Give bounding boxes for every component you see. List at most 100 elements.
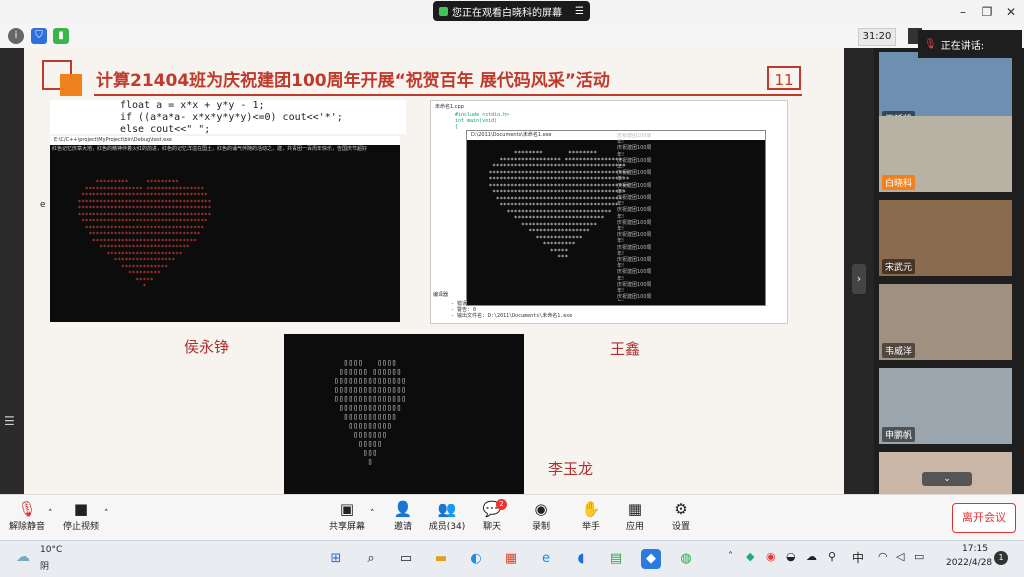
cloud-icon[interactable]: ☁ <box>16 549 30 565</box>
members-icon: 👥 <box>437 500 457 518</box>
repeat-text-line: 庆祝建团100周年! <box>617 294 652 301</box>
clock-time[interactable]: 17:15 <box>962 544 988 554</box>
share-screen-icon: ▣ <box>339 500 355 518</box>
invite-icon: 👤 <box>393 500 413 518</box>
slide-title: 计算21404班为庆祝建团100周年开展“祝贺百年 展代码风采”活动 <box>96 71 610 91</box>
hand-icon: ✋ <box>581 500 601 518</box>
list-icon[interactable]: ☰ <box>4 414 20 430</box>
video-options-chevron-icon[interactable]: ˄ <box>104 509 109 519</box>
slide-page-number: 11 <box>767 66 801 90</box>
invite-label: 邀请 <box>393 522 412 532</box>
participant-name: 白晓科 <box>882 175 916 190</box>
chat-button[interactable]: 💬 聊天 <box>467 499 517 532</box>
chat-badge: 2 <box>496 499 507 510</box>
repeat-text-line: 庆祝建团100周年! <box>617 269 652 282</box>
shield-icon[interactable]: ⛉ <box>31 28 47 44</box>
record-icon: ◉ <box>534 500 548 518</box>
share-banner[interactable]: 您正在观看白晓科的屏幕 ☰ <box>433 1 590 21</box>
red-heart-art: ********* ********* **************** ***… <box>77 179 212 290</box>
notification-badge[interactable]: 1 <box>994 551 1008 565</box>
gear-icon: ⚙ <box>674 500 688 518</box>
tray-cloud-icon[interactable]: ☁ <box>806 550 817 563</box>
mic-options-chevron-icon[interactable]: ˄ <box>48 509 53 519</box>
apps-label: 应用 <box>625 522 644 532</box>
store-icon[interactable]: ▦ <box>501 549 521 569</box>
left-edge: ☰ <box>0 48 24 494</box>
code-line: if ((a*a*a- x*x*y*y*y)<=0) cout<<'*'; <box>120 112 343 123</box>
shopping-icon[interactable]: ▤ <box>606 549 626 569</box>
record-label: 录制 <box>531 522 550 532</box>
invite-button[interactable]: 👤 邀请 <box>378 499 428 532</box>
task-view-icon[interactable]: ▭ <box>396 549 416 569</box>
menu-icon[interactable]: ☰ <box>575 6 584 17</box>
right-edge: › <box>844 48 874 494</box>
edge-icon[interactable]: ◐ <box>466 549 486 569</box>
repeat-text-line: 庆祝建团100周年! <box>617 157 652 171</box>
raise-hand-label: 举手 <box>581 522 600 532</box>
raise-hand-button[interactable]: ✋ 举手 <box>566 499 616 532</box>
tray-chevron-icon[interactable]: ˄ <box>728 551 733 562</box>
speaking-label: 正在讲话: <box>940 40 985 52</box>
repeat-text-line: 庆祝建团100周年! <box>617 257 652 270</box>
record-button[interactable]: ◉ 录制 <box>516 499 566 532</box>
minimize-button[interactable]: – <box>952 3 974 21</box>
scroll-down-icon[interactable]: ⌄ <box>922 472 972 486</box>
chat-icon: 💬 <box>482 500 502 518</box>
participant-tile[interactable]: 白晓科 <box>879 116 1012 192</box>
shared-slide: 计算21404班为庆祝建团100周年开展“祝贺百年 展代码风采”活动 11 fl… <box>24 48 844 494</box>
settings-button[interactable]: ⚙ 设置 <box>656 499 706 532</box>
stop-video-button[interactable]: ■ 停止视频 <box>56 499 106 532</box>
ime-indicator[interactable]: 中 <box>852 549 864 566</box>
tray-app-icon[interactable]: ◉ <box>766 550 776 563</box>
wifi-icon[interactable]: ◠ <box>878 550 888 563</box>
participant-name: 韦威洋 <box>882 343 916 358</box>
repeat-text-line: 庆祝建团100周年! <box>617 170 652 183</box>
repeat-text-line: 庆祝建团100周年! <box>617 182 652 195</box>
author-name-left: 侯永铮 <box>184 338 230 356</box>
file-explorer-icon[interactable]: ▬ <box>431 549 451 569</box>
participant-tile[interactable]: 宋武元 <box>879 200 1012 276</box>
close-button[interactable]: ✕ <box>1000 3 1022 21</box>
clock-date[interactable]: 2022/4/28 <box>946 558 992 568</box>
volume-icon[interactable]: ◁ <box>896 550 904 563</box>
ide-log-line: - 输出文件名: D:\2011\Documents\未命名1.exe <box>451 313 573 319</box>
share-options-chevron-icon[interactable]: ˄ <box>370 509 375 519</box>
app-icon[interactable]: ◖ <box>571 549 591 569</box>
meeting-toolbar: 🎙 解除静音 ˄ ■ 停止视频 ˄ ▣ 共享屏幕 ˄ 👤 邀请 👥 成员(34) 💬 聊天 … <box>0 494 1024 541</box>
wechat-icon[interactable]: ◍ <box>676 549 696 569</box>
bottom-console-window: ▯▯▯▯ ▯▯▯▯ ▯▯▯▯▯▯ ▯▯▯▯▯▯ ▯▯▯▯▯▯▯▯▯▯▯▯▯▯▯ … <box>284 334 524 494</box>
participant-tile[interactable]: 韦威洋 <box>879 284 1012 360</box>
weather-text: 阴 <box>40 562 50 572</box>
repeat-text-line: 庆祝建团100周年! <box>617 207 652 220</box>
restore-button[interactable]: ❐ <box>976 3 998 21</box>
ie-icon[interactable]: e <box>536 549 556 569</box>
leave-meeting-button[interactable]: 离开会议 <box>952 503 1016 533</box>
temperature: 10°C <box>40 545 63 555</box>
repeat-text-line: 庆祝建团100周年! <box>617 232 652 245</box>
mic-icon[interactable]: ⚲ <box>828 550 836 563</box>
repeat-text-line: 庆祝建团100周年! <box>617 133 652 146</box>
info-icon[interactable]: i <box>8 28 24 44</box>
windows-taskbar: ☁ 10°C 阴 ⊞ ⌕ ▭ ▬ ◐ ▦ e ◖ ▤ ◆ ◍ ˄ ◆ ◉ ◒ ☁… <box>0 540 1024 577</box>
members-button[interactable]: 👥 成员(34) <box>422 499 472 532</box>
share-screen-button[interactable]: ▣ 共享屏幕 <box>322 499 372 532</box>
right-console-titlebar: D:\2011\Documents\未命名1.exe <box>467 131 765 140</box>
unmute-button[interactable]: 🎙 解除静音 <box>2 499 52 532</box>
signal-icon[interactable]: ▮ <box>53 28 69 44</box>
qq-icon[interactable]: ◒ <box>786 550 796 563</box>
collapse-panel-icon[interactable]: › <box>852 264 866 294</box>
repeat-text-column: 庆祝建团100周年! 庆祝建团100周年! 庆祝建团100周年! 庆祝建团100周年!… <box>617 133 657 301</box>
meeting-timer: 31:20 <box>858 28 896 46</box>
author-name-bottom: 李玉龙 <box>548 460 594 478</box>
participants-panel: 王延凯 白晓科 宋武元 韦威洋 申鹏帆 ⌄ <box>874 48 1024 494</box>
repeat-text-line: 庆祝建团100周年! <box>617 195 652 208</box>
start-icon[interactable]: ⊞ <box>326 549 346 569</box>
tray-app-icon[interactable]: ◆ <box>746 550 754 563</box>
apps-button[interactable]: ▦ 应用 <box>610 499 660 532</box>
participant-tile[interactable]: 申鹏帆 <box>879 368 1012 444</box>
code-line: float a = x*x + y*y - 1; <box>120 100 265 111</box>
unmute-label: 解除静音 <box>8 522 45 532</box>
search-icon[interactable]: ⌕ <box>361 549 381 569</box>
battery-icon[interactable]: ▭ <box>914 550 924 563</box>
tencent-meeting-icon[interactable]: ◆ <box>641 549 661 569</box>
